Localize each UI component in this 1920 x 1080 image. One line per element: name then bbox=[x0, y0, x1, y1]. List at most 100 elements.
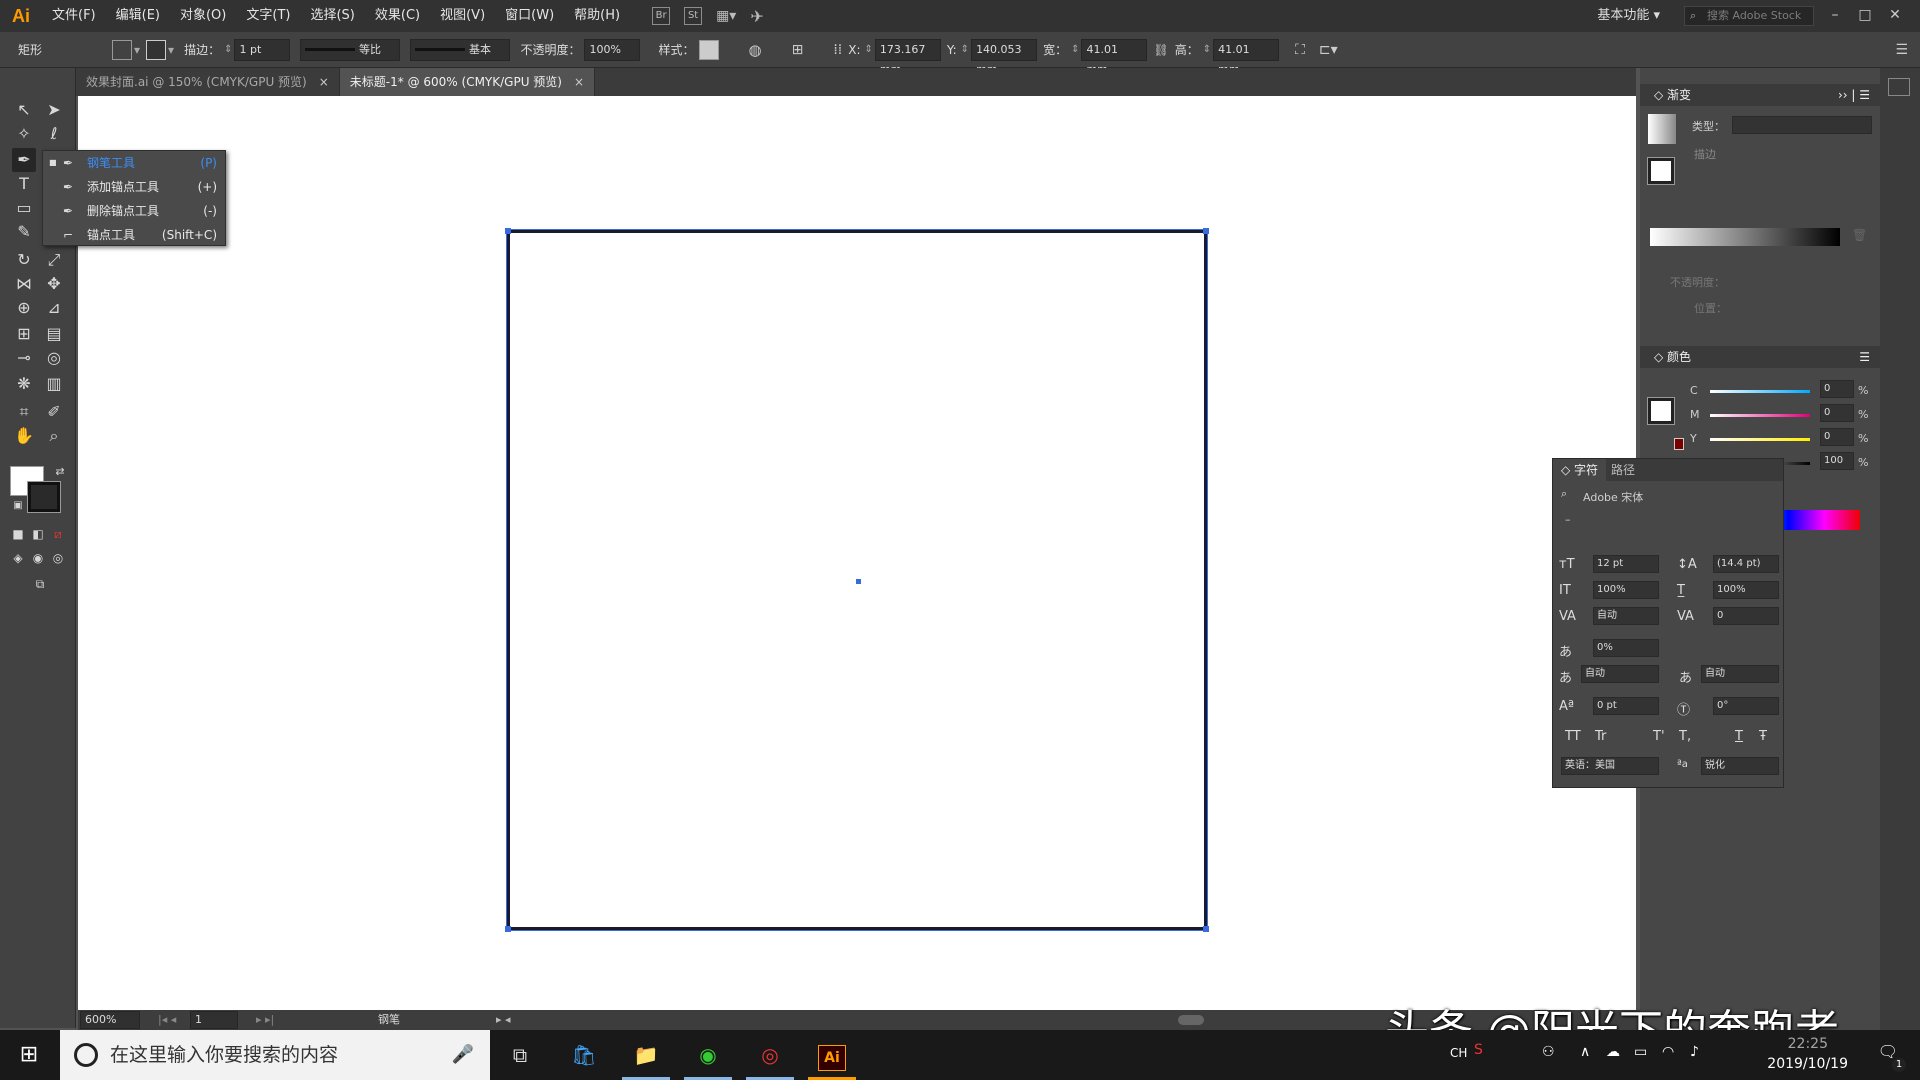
next-artboard-icon[interactable]: ▸ ▸| bbox=[256, 1010, 274, 1030]
taskbar-search-input[interactable]: 在这里输入你要搜索的内容 🎤 bbox=[60, 1030, 490, 1080]
menu-type[interactable]: 文字(T) bbox=[236, 0, 300, 32]
tab-path[interactable]: 路径 bbox=[1603, 459, 1643, 481]
menu-select[interactable]: 选择(S) bbox=[300, 0, 364, 32]
windows-start-icon[interactable]: ⊞ bbox=[0, 1030, 58, 1080]
graphic-style-swatch[interactable] bbox=[698, 39, 719, 60]
paintbrush-icon[interactable]: ✎ bbox=[12, 220, 36, 244]
panel-menu-icon[interactable]: ☰ bbox=[1895, 42, 1908, 58]
vertical-scale-field[interactable]: 100% bbox=[1593, 581, 1659, 599]
magic-wand-icon[interactable]: ✧ bbox=[12, 122, 36, 146]
zoom-tool-icon[interactable]: ⌕ bbox=[42, 424, 66, 448]
channel-m-slider[interactable] bbox=[1710, 414, 1810, 417]
tracking-field[interactable]: 0 bbox=[1713, 607, 1779, 625]
eyedropper-icon[interactable]: ⊸ bbox=[12, 346, 36, 370]
ime-icon[interactable]: S bbox=[1474, 1042, 1483, 1058]
close-icon[interactable]: × bbox=[574, 75, 584, 89]
close-icon[interactable]: × bbox=[319, 75, 329, 89]
chevron-down-icon[interactable]: ▾ bbox=[134, 43, 140, 57]
recolor-icon[interactable]: ◍ bbox=[749, 41, 762, 59]
stepper-icon[interactable]: ⇕ bbox=[961, 44, 969, 55]
out-of-gamut-icon[interactable] bbox=[1674, 438, 1684, 450]
clock-time[interactable]: 22:25 bbox=[1788, 1036, 1828, 1052]
input-language[interactable]: CH bbox=[1450, 1046, 1467, 1060]
close-window-button[interactable]: ✕ bbox=[1880, 0, 1910, 32]
subscript-button[interactable]: T, bbox=[1679, 729, 1691, 744]
menu-object[interactable]: 对象(O) bbox=[170, 0, 236, 32]
fill-stroke-mini[interactable] bbox=[1647, 157, 1675, 185]
tab-untitled[interactable]: 未标题-1* @ 600% (CMYK/GPU 预览) × bbox=[339, 68, 596, 96]
status-menu-icon[interactable]: ▸ ◂ bbox=[496, 1010, 511, 1030]
strikethrough-button[interactable]: Ŧ bbox=[1759, 729, 1767, 744]
link-icon[interactable]: ⛓ bbox=[1153, 43, 1168, 57]
tsume-field[interactable]: 0% bbox=[1593, 639, 1659, 657]
width-field[interactable]: 41.01 mm bbox=[1081, 38, 1148, 76]
stroke-swatch[interactable] bbox=[146, 39, 167, 60]
character-rotation-field[interactable]: 0° bbox=[1713, 697, 1779, 715]
minimize-button[interactable]: – bbox=[1820, 0, 1850, 32]
color-fill-stroke[interactable] bbox=[1647, 397, 1675, 425]
stroke-color-swatch[interactable] bbox=[27, 481, 61, 513]
shape-builder-icon[interactable]: ⊕ bbox=[12, 296, 36, 320]
gradient-slider[interactable] bbox=[1650, 228, 1840, 246]
swap-fill-stroke-icon[interactable]: ⇄ bbox=[48, 460, 72, 484]
illustrator-taskbar-icon[interactable]: Ai bbox=[804, 1030, 860, 1080]
panel-menu-icon[interactable]: ›› | ☰ bbox=[1838, 84, 1870, 106]
blend-tool-icon[interactable]: ◎ bbox=[42, 346, 66, 370]
gradient-type-select[interactable] bbox=[1732, 116, 1872, 134]
tab-character[interactable]: ◇ 字符 bbox=[1553, 459, 1607, 481]
menu-edit[interactable]: 编辑(E) bbox=[106, 0, 170, 32]
type-tool-icon[interactable]: T bbox=[12, 172, 36, 196]
gradient-tool-icon[interactable]: ▤ bbox=[42, 322, 66, 346]
music-app-icon[interactable]: ◎ bbox=[742, 1030, 798, 1080]
channel-y-slider[interactable] bbox=[1710, 438, 1810, 441]
x-position-field[interactable]: 173.167 mm bbox=[874, 38, 941, 76]
perspective-grid-icon[interactable]: ⊿ bbox=[42, 296, 66, 320]
kerning-field[interactable]: 自动 bbox=[1593, 607, 1659, 625]
selection-handle[interactable] bbox=[1203, 926, 1209, 932]
trash-icon[interactable]: 🗑 bbox=[1852, 228, 1867, 242]
gradient-swatch[interactable] bbox=[1648, 114, 1676, 144]
stroke-weight-field[interactable]: 1 pt bbox=[234, 38, 291, 61]
channel-y-field[interactable]: 0 bbox=[1820, 428, 1854, 446]
y-position-field[interactable]: 140.053 mm bbox=[971, 38, 1038, 76]
stock-icon[interactable]: St bbox=[684, 7, 703, 25]
default-colors-icon[interactable]: ▣ bbox=[6, 494, 30, 518]
flyout-add-anchor-tool[interactable]: ✒ 添加锚点工具 (+) bbox=[43, 175, 225, 199]
menu-window[interactable]: 窗口(W) bbox=[495, 0, 564, 32]
bridge-icon[interactable]: Br bbox=[652, 7, 671, 25]
stepper-icon[interactable]: ⇕ bbox=[224, 44, 232, 55]
menu-help[interactable]: 帮助(H) bbox=[564, 0, 630, 32]
clock-date[interactable]: 2019/10/19 bbox=[1767, 1056, 1848, 1072]
rectangle-tool-icon[interactable]: ▭ bbox=[12, 196, 36, 220]
chevron-down-icon[interactable]: ▾ bbox=[168, 43, 174, 57]
width-tool-icon[interactable]: ⋈ bbox=[12, 272, 36, 296]
pen-tool-icon[interactable]: ✒ bbox=[12, 148, 36, 172]
stock-search-input[interactable]: ⌕ 搜索 Adobe Stock bbox=[1684, 6, 1814, 26]
antialias-select[interactable]: 锐化 bbox=[1701, 757, 1779, 775]
maximize-button[interactable]: □ bbox=[1850, 0, 1880, 32]
flyout-delete-anchor-tool[interactable]: ✒ 删除锚点工具 (-) bbox=[43, 199, 225, 223]
task-view-icon[interactable]: ⧉ bbox=[492, 1030, 548, 1080]
underline-button[interactable]: T bbox=[1735, 729, 1743, 744]
volume-icon[interactable]: ♪ bbox=[1690, 1044, 1699, 1060]
brush-definition[interactable]: 基本 bbox=[410, 38, 511, 61]
tab-effect-cover[interactable]: 效果封面.ai @ 150% (CMYK/GPU 预览) × bbox=[76, 68, 340, 96]
hand-tool-icon[interactable]: ✋ bbox=[12, 424, 36, 448]
height-field[interactable]: 41.01 mm bbox=[1213, 38, 1280, 76]
aki-left-field[interactable]: 自动 bbox=[1581, 665, 1659, 683]
menu-view[interactable]: 视图(V) bbox=[430, 0, 495, 32]
artboard-tool-icon[interactable]: ⌗ bbox=[12, 400, 36, 424]
channel-m-field[interactable]: 0 bbox=[1820, 404, 1854, 422]
selection-handle[interactable] bbox=[505, 926, 511, 932]
small-caps-button[interactable]: Tr bbox=[1595, 729, 1606, 744]
fill-swatch[interactable] bbox=[112, 39, 132, 60]
selection-handle[interactable] bbox=[505, 228, 511, 234]
stepper-icon[interactable]: ⇕ bbox=[1203, 44, 1211, 55]
font-style-field[interactable]: – bbox=[1565, 513, 1571, 526]
channel-c-field[interactable]: 0 bbox=[1820, 380, 1854, 398]
none-mode-icon[interactable]: ⧄ bbox=[46, 522, 70, 546]
screen-mode-icon[interactable]: ⧉ bbox=[28, 572, 52, 596]
microphone-icon[interactable]: 🎤 bbox=[452, 1030, 474, 1080]
properties-icon[interactable] bbox=[1888, 78, 1910, 96]
workspace-switcher[interactable]: 基本功能 ▾ bbox=[1597, 0, 1660, 32]
